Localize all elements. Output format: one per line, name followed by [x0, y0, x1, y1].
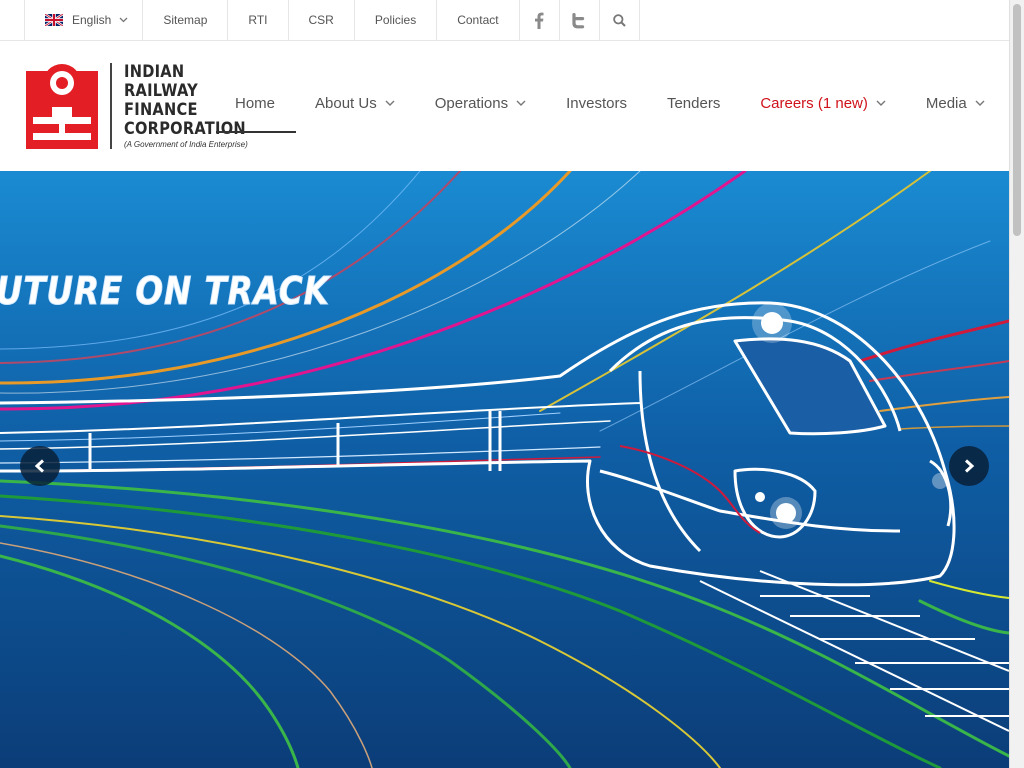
page-scrollbar[interactable]: [1009, 0, 1024, 768]
nav-label: Careers (1 new): [760, 95, 868, 112]
logo-divider: [110, 63, 112, 149]
nav-tenders[interactable]: Tenders: [647, 95, 740, 112]
top-bar: English Sitemap RTI CSR Policies Contact: [0, 0, 1009, 41]
nav-label: Home: [235, 95, 276, 112]
hero-train-illustration: [0, 171, 1009, 768]
nav-operations[interactable]: Operations: [415, 95, 546, 112]
nav-home[interactable]: Home: [215, 95, 295, 112]
nav-label: Investors: [566, 95, 627, 112]
chevron-down-icon: [385, 100, 395, 106]
site-header: INDIAN RAILWAY FINANCE CORPORATION (A Go…: [0, 41, 1009, 171]
nav-investors[interactable]: Investors: [546, 95, 647, 112]
nav-about-us[interactable]: About Us: [295, 95, 415, 112]
chevron-down-icon: [876, 100, 886, 106]
chevron-down-icon: [119, 17, 128, 23]
chevron-right-icon: [964, 459, 975, 473]
logo-mark-icon: [26, 64, 98, 149]
chevron-left-icon: [34, 459, 45, 473]
policies-link[interactable]: Policies: [355, 0, 438, 40]
nav-label: Tenders: [666, 95, 721, 112]
main-nav: Home About Us Operations Investors Tende…: [215, 41, 1005, 166]
top-bar-items: English Sitemap RTI CSR Policies Contact: [24, 0, 640, 40]
nav-media[interactable]: Media: [906, 95, 1005, 112]
hero-slider: UTURE ON TRACK: [0, 171, 1009, 768]
uk-flag-icon: [45, 14, 63, 26]
chevron-down-icon: [975, 100, 985, 106]
hero-slogan: UTURE ON TRACK: [0, 269, 330, 314]
csr-link[interactable]: CSR: [289, 0, 355, 40]
contact-link[interactable]: Contact: [437, 0, 520, 40]
chevron-down-icon: [516, 100, 526, 106]
slider-prev-button[interactable]: [20, 446, 60, 486]
language-selector[interactable]: English: [25, 0, 144, 40]
twitter-icon[interactable]: [560, 0, 600, 40]
nav-label: About Us: [315, 95, 377, 112]
sitemap-link[interactable]: Sitemap: [143, 0, 229, 40]
rti-link[interactable]: RTI: [228, 0, 289, 40]
search-icon[interactable]: [600, 0, 640, 40]
scrollbar-thumb[interactable]: [1013, 4, 1021, 236]
facebook-icon[interactable]: [520, 0, 560, 40]
language-label: English: [72, 13, 112, 27]
nav-careers[interactable]: Careers (1 new): [740, 95, 906, 112]
slider-next-button[interactable]: [949, 446, 989, 486]
nav-label: Operations: [434, 95, 509, 112]
nav-label: Media: [925, 95, 967, 112]
